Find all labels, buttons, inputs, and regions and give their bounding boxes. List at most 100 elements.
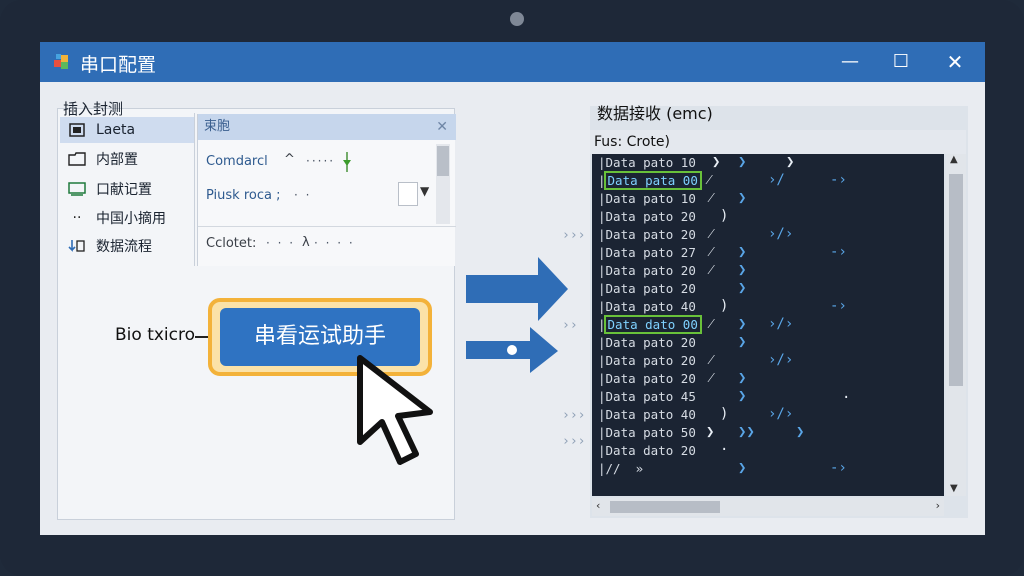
line-text: Data pato 50: [605, 425, 696, 440]
line-text: Data pato 20: [605, 335, 696, 350]
stream-glyph: ⁄: [710, 190, 713, 206]
stream-glyph: ⁄: [710, 262, 713, 278]
property-close-icon[interactable]: ✕: [436, 114, 448, 140]
scroll-thumb[interactable]: [437, 146, 449, 176]
nav-item-internal[interactable]: 内部置: [60, 146, 194, 172]
terminal-line: |Data pato 20: [598, 209, 696, 227]
nav-item-china[interactable]: ·· 中国小摘用: [60, 205, 194, 231]
minimize-button[interactable]: —: [835, 48, 865, 76]
vertical-scrollbar[interactable]: ▲ ▼: [946, 154, 966, 496]
dotted-leader: · ·: [294, 188, 312, 202]
terminal-line: |Data pato 40: [598, 299, 696, 317]
line-text: Data dato 00: [603, 315, 702, 334]
stream-glyph: ❯: [738, 334, 747, 350]
line-text: Data pato 45: [605, 389, 696, 404]
terminal-line: |// »: [598, 461, 643, 479]
line-text: Data pato 10: [605, 191, 696, 206]
terminal-line: |Data pato 27: [598, 245, 696, 263]
line-gutter: |: [598, 407, 606, 422]
line-text: Data pato 40: [605, 407, 696, 422]
chevron-marks: ›››: [562, 408, 586, 423]
stream-glyph: -›: [830, 172, 847, 188]
stream-glyph: ⁄: [710, 244, 713, 260]
scroll-thumb[interactable]: [949, 174, 963, 386]
stream-glyph: -›: [830, 244, 847, 260]
line-gutter: |: [598, 173, 606, 188]
scroll-up-icon[interactable]: ▲: [950, 154, 958, 165]
line-gutter: |: [598, 371, 606, 386]
nav-item-label: 内部置: [96, 152, 138, 168]
property-scrollbar[interactable]: [436, 144, 450, 224]
chevron-marks: ››: [562, 318, 578, 333]
maximize-button[interactable]: ☐: [886, 48, 916, 76]
stream-glyph: ❯: [738, 244, 747, 260]
window-title: 串口配置: [80, 54, 157, 76]
prop-row-label: Piusk roca ;: [206, 188, 281, 203]
stream-glyph: ❯: [738, 280, 747, 296]
line-gutter: |: [598, 245, 606, 260]
stream-glyph: ): [720, 208, 729, 224]
nav-item-port[interactable]: 口献记置: [60, 176, 194, 202]
property-header-label: 束胞: [204, 119, 231, 134]
terminal-line: | Data dato 00: [598, 315, 702, 335]
close-button[interactable]: ✕: [940, 48, 970, 76]
nav-item-label: 口献记置: [96, 182, 152, 198]
stream-glyph: -›: [830, 298, 847, 314]
stream-glyph: ❯: [738, 316, 747, 332]
line-gutter: |: [598, 335, 606, 350]
stream-glyph: ⁄: [710, 352, 713, 368]
stream-glyph: ›/: [768, 172, 785, 188]
scroll-down-icon[interactable]: ▼: [950, 483, 958, 494]
nav-divider: [194, 113, 195, 266]
line-text: Data pato 10: [605, 155, 696, 170]
line-text: Data pato 20: [605, 353, 696, 368]
monitor-icon: [66, 182, 88, 196]
camera-dot: [510, 12, 524, 26]
receive-terminal[interactable]: |// » |Data dato 20 |Data pato 50 |Data pat…: [592, 154, 944, 496]
stream-glyph: ›/›: [768, 352, 794, 368]
dotted-leader: · · ·: [266, 236, 296, 250]
stream-glyph: ›/›: [768, 406, 794, 422]
stream-glyph: ❯: [706, 424, 715, 440]
terminal-line: |Data pato 45: [598, 389, 696, 407]
terminal-line: |Data pato 10: [598, 191, 696, 209]
stream-glyph: ❯: [786, 154, 795, 170]
mouse-cursor-icon: [357, 355, 433, 465]
line-text: Data pato 20: [605, 371, 696, 386]
dotted-leader: ·····: [306, 154, 336, 168]
terminal-line: |Data pato 10: [598, 155, 696, 173]
stream-glyph: ❯: [712, 154, 721, 170]
nav-item-laeta[interactable]: Laeta: [60, 117, 194, 143]
receive-heading: 数据接收 (emc): [597, 104, 713, 123]
bio-label: Bio txicro: [115, 325, 196, 345]
property-header: 束胞 ✕: [198, 114, 456, 140]
scroll-left-icon[interactable]: ‹: [596, 499, 600, 512]
title-bar: 串口配置 — ☐ ✕: [40, 42, 985, 82]
terminal-line: |Data pato 40: [598, 407, 696, 425]
line-gutter: |: [598, 389, 606, 404]
stream-glyph: ❯: [796, 424, 805, 440]
terminal-line: |Data pato 20: [598, 227, 696, 245]
combo-box[interactable]: [398, 182, 418, 206]
terminal-line: | Data pata 00: [598, 171, 702, 191]
chevron-down-icon[interactable]: ▼: [420, 184, 429, 198]
scroll-right-icon[interactable]: ›: [936, 499, 940, 512]
stream-glyph: ❯: [738, 388, 747, 404]
scroll-thumb[interactable]: [610, 501, 720, 513]
stream-glyph: ❯: [738, 190, 747, 206]
flow-arrow-icon: [466, 257, 568, 373]
nav-item-label: Laeta: [96, 122, 136, 138]
nav-item-dataflow[interactable]: 数据流程: [60, 233, 194, 259]
line-gutter: |: [598, 209, 606, 224]
line-text: // »: [605, 461, 644, 476]
folder-icon: [66, 152, 88, 166]
stream-glyph: ❯: [738, 154, 747, 170]
stream-glyph: -›: [830, 460, 847, 476]
line-gutter: |: [598, 227, 606, 242]
nav-item-label: 数据流程: [96, 239, 152, 255]
horizontal-scrollbar[interactable]: ‹ ›: [592, 498, 944, 516]
line-gutter: |: [598, 317, 606, 332]
property-panel: 束胞 ✕ Comdarcl ^ ····· Piusk roca ; · · ▼…: [197, 114, 456, 266]
nav-list: Laeta 内部置 口献记置 ·· 中国小摘用 数据流程: [60, 115, 194, 265]
terminal-line: |Data pato 20: [598, 335, 696, 353]
